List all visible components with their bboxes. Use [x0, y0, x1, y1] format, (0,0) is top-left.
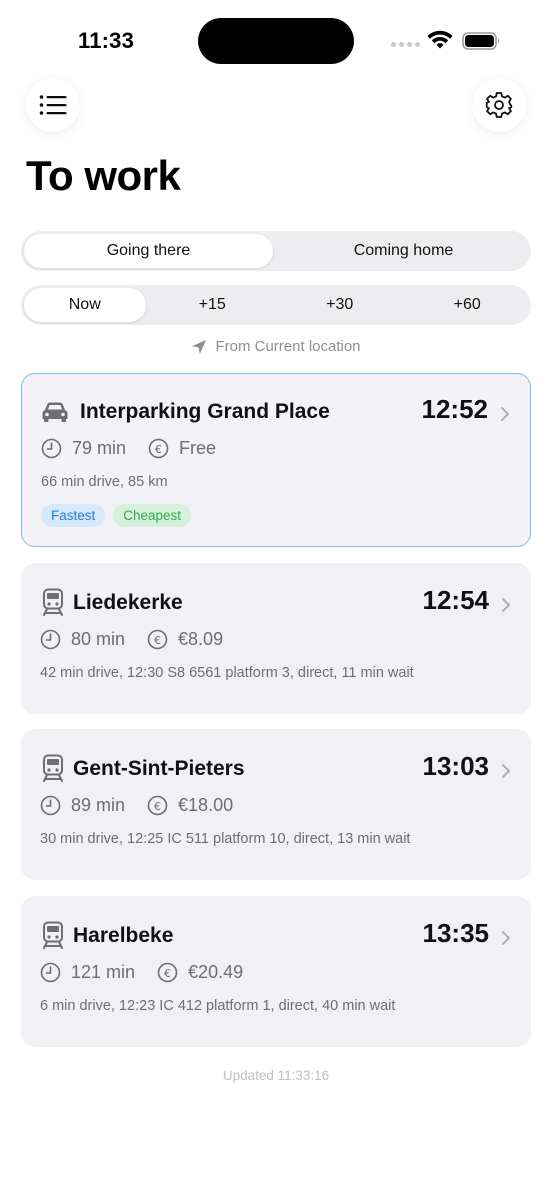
settings-button[interactable]	[472, 78, 526, 132]
route-detail: 30 min drive, 12:25 IC 511 platform 10, …	[40, 831, 411, 847]
route-detail: 42 min drive, 12:30 S8 6561 platform 3, …	[40, 665, 414, 681]
route-detail: 66 min drive, 85 km	[41, 474, 168, 490]
cost: €18.00	[178, 795, 234, 815]
clock-icon	[40, 962, 61, 983]
chevron-right-icon	[502, 931, 510, 945]
euro-icon: €	[148, 438, 169, 459]
tab-coming-home[interactable]: Coming home	[279, 234, 528, 268]
svg-text:€: €	[154, 634, 161, 647]
euro-icon: €	[147, 629, 168, 650]
route-card[interactable]: Gent-Sint-Pieters 13:03 89 min € €18.00 …	[21, 729, 531, 880]
route-detail: 6 min drive, 12:23 IC 412 platform 1, di…	[40, 998, 396, 1014]
train-icon	[43, 921, 63, 949]
svg-text:€: €	[154, 800, 161, 813]
route-card[interactable]: Interparking Grand Place 12:52 79 min € …	[21, 373, 531, 547]
cellular-signal-icon	[391, 42, 420, 47]
tab-plus-15[interactable]: +15	[152, 288, 274, 322]
cost: €8.09	[178, 629, 224, 649]
route-meta: 121 min € €20.49	[40, 962, 243, 983]
euro-icon: €	[157, 962, 178, 983]
route-tags: Fastest Cheapest	[41, 504, 192, 527]
duration: 79 min	[72, 438, 127, 458]
status-bar: 11:33	[0, 0, 552, 80]
list-icon	[39, 95, 67, 115]
svg-text:€: €	[155, 443, 162, 456]
tab-now[interactable]: Now	[24, 288, 146, 322]
menu-button[interactable]	[26, 78, 80, 132]
route-name: Harelbeke	[73, 924, 174, 947]
cheapest-badge: Cheapest	[113, 504, 192, 527]
origin-label: From Current location	[215, 338, 361, 355]
route-name: Liedekerke	[73, 591, 183, 614]
route-name: Gent-Sint-Pieters	[73, 757, 245, 780]
page-title: To work	[26, 152, 181, 199]
cost: €20.49	[188, 962, 244, 982]
cost: Free	[179, 438, 217, 458]
origin-selector[interactable]: From Current location	[0, 338, 552, 355]
clock-icon	[40, 795, 61, 816]
duration: 80 min	[71, 629, 126, 649]
route-card[interactable]: Harelbeke 13:35 121 min € €20.49 6 min d…	[21, 896, 531, 1047]
chevron-right-icon	[501, 407, 509, 421]
route-card[interactable]: Liedekerke 12:54 80 min € €8.09 42 min d…	[21, 563, 531, 714]
route-name: Interparking Grand Place	[80, 400, 330, 423]
fastest-badge: Fastest	[41, 504, 106, 527]
status-time: 11:33	[78, 28, 135, 53]
train-icon	[43, 588, 63, 616]
svg-text:€: €	[164, 967, 171, 980]
arrival-time: 12:52	[421, 394, 489, 424]
tab-going-there[interactable]: Going there	[24, 234, 273, 268]
arrival-time: 13:35	[422, 918, 490, 948]
battery-icon	[462, 32, 500, 50]
chevron-right-icon	[502, 764, 510, 778]
arrival-time: 13:03	[422, 751, 490, 781]
route-meta: 89 min € €18.00	[40, 795, 233, 816]
clock-icon	[41, 438, 62, 459]
duration: 89 min	[71, 795, 126, 815]
updated-timestamp: Updated 11:33:16	[222, 1068, 330, 1083]
tab-plus-60[interactable]: +60	[407, 288, 529, 322]
gear-icon	[485, 92, 513, 118]
arrival-time: 12:54	[422, 585, 490, 615]
wifi-icon	[427, 30, 453, 49]
euro-icon: €	[147, 795, 168, 816]
route-meta: 79 min € Free	[41, 438, 216, 459]
dynamic-island	[198, 18, 354, 64]
departure-time-segmented-control: Now +15 +30 +60	[21, 285, 531, 325]
route-meta: 80 min € €8.09	[40, 629, 223, 650]
direction-segmented-control: Going there Coming home	[21, 231, 531, 271]
clock-icon	[40, 629, 61, 650]
chevron-right-icon	[502, 598, 510, 612]
location-arrow-icon	[192, 339, 207, 354]
train-icon	[43, 754, 63, 782]
tab-plus-30[interactable]: +30	[279, 288, 401, 322]
car-icon	[42, 402, 68, 422]
duration: 121 min	[71, 962, 136, 982]
